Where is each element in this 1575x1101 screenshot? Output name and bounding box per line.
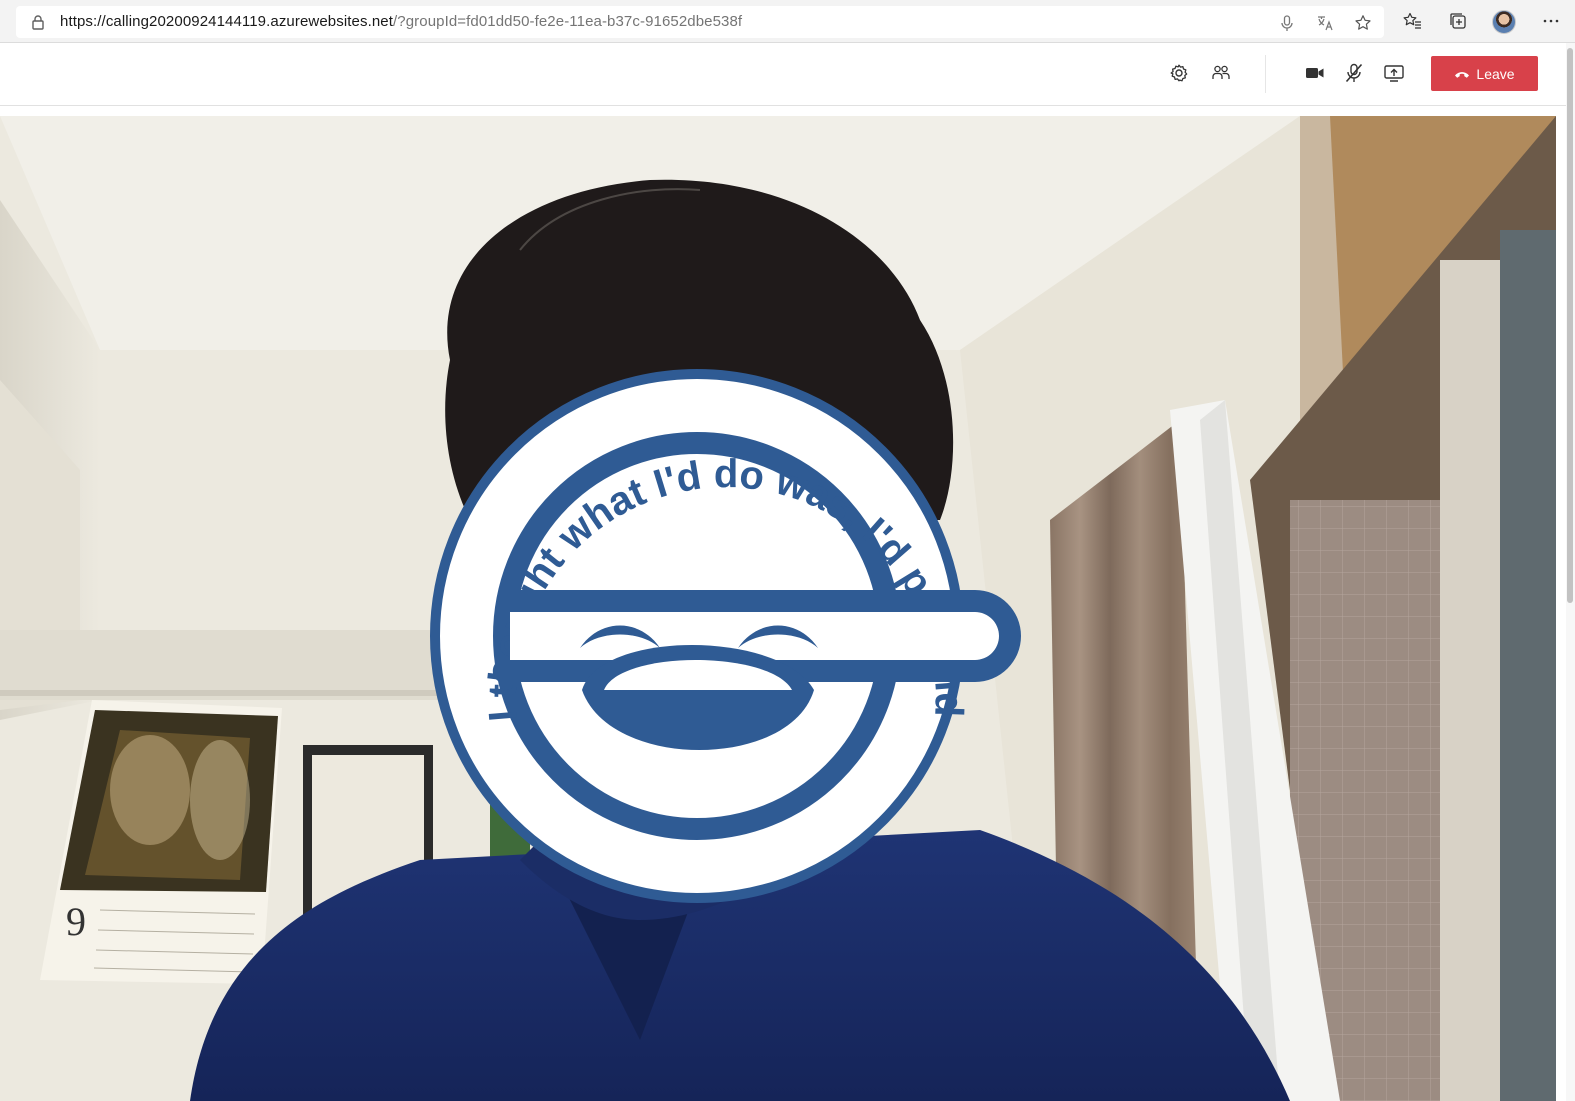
url-query: /?groupId=fd01dd50-fe2e-11ea-b37c-91652d… [393,13,743,30]
participants-icon[interactable] [1210,62,1232,84]
mic-icon[interactable] [1278,14,1296,32]
collections-icon[interactable] [1448,11,1468,31]
leave-button[interactable]: Leave [1431,56,1538,91]
video-stream: 9 I thought what I'd do was, I [0,116,1556,1101]
favorite-star-icon[interactable] [1354,14,1372,32]
camera-icon[interactable] [1304,62,1326,84]
url-host: https://calling20200924144119.azurewebsi… [60,13,393,30]
camera-scene: 9 I thought what I'd do was, I [0,116,1556,1101]
browser-toolbar: https://calling20200924144119.azurewebsi… [0,0,1575,43]
calendar-month: 9 [66,899,86,944]
favorites-icon[interactable] [1402,11,1422,31]
url-text[interactable]: https://calling20200924144119.azurewebsi… [60,13,742,30]
leave-label: Leave [1476,65,1515,82]
translate-icon[interactable] [1316,14,1334,32]
address-bar[interactable]: https://calling20200924144119.azurewebsi… [16,6,1384,38]
mic-muted-icon[interactable] [1343,62,1365,84]
lock-icon[interactable] [30,14,46,30]
hang-up-icon [1455,71,1470,78]
settings-icon[interactable] [1168,62,1190,84]
more-icon[interactable] [1541,11,1561,31]
call-controls-bar: Leave [0,43,1566,106]
share-screen-icon[interactable] [1383,62,1405,84]
scrollbar-thumb[interactable] [1567,48,1573,603]
toolbar-divider [1265,55,1266,93]
profile-avatar[interactable] [1492,10,1516,34]
